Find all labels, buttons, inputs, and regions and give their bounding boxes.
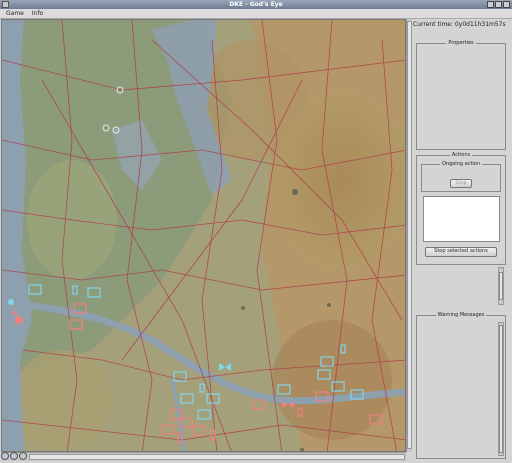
window-titlebar: DKE - God's Eye (0, 0, 512, 9)
properties-title: Properties (446, 40, 476, 46)
terrain-map[interactable] (1, 19, 406, 452)
robot-unit-icon[interactable] (8, 299, 14, 305)
window-title: DKE - God's Eye (229, 1, 283, 8)
warning-scrollbar[interactable] (498, 322, 504, 456)
peak-marker (327, 303, 331, 307)
actions-panel: Actions Ongoing action Stop Stop selecte… (416, 152, 506, 265)
zoom-controls (1, 452, 27, 461)
ongoing-action-box: Ongoing action Stop (421, 161, 501, 192)
stop-button[interactable]: Stop (450, 179, 472, 188)
current-time: Current time: 0y0d11h31m57s (413, 21, 510, 28)
map-horizontal-scrollbar[interactable] (1, 452, 406, 461)
window-menu-icon[interactable] (2, 1, 9, 8)
scroll-thumb[interactable] (29, 454, 405, 460)
warning-messages-panel: Warning Messages (416, 312, 506, 459)
peak-marker (292, 189, 298, 195)
enemy-robot-icon[interactable] (15, 316, 23, 324)
stop-selected-actions-button[interactable]: Stop selected actions (425, 247, 497, 257)
maximize-icon[interactable] (495, 1, 502, 8)
menubar: Game Info (0, 9, 512, 19)
side-panel: Current time: 0y0d11h31m57s Properties A… (413, 19, 510, 461)
actions-scrollbar[interactable] (498, 267, 504, 305)
ongoing-action-title: Ongoing action (439, 161, 483, 167)
actions-list[interactable] (423, 196, 500, 242)
minimize-icon[interactable] (487, 1, 494, 8)
zoom-reset-icon[interactable] (19, 452, 27, 460)
peak-marker (241, 306, 245, 310)
warning-messages-title: Warning Messages (435, 312, 487, 318)
enemy-robot-icon[interactable] (13, 311, 17, 315)
map-vertical-scrollbar[interactable] (406, 19, 412, 452)
map-canvas[interactable] (2, 20, 406, 452)
actions-title: Actions (449, 152, 473, 158)
zoom-out-icon[interactable] (10, 452, 18, 460)
zoom-in-icon[interactable] (1, 452, 9, 460)
scroll-thumb[interactable] (499, 325, 503, 453)
close-icon[interactable] (503, 1, 510, 8)
menu-game[interactable]: Game (6, 9, 24, 18)
current-time-label: Current time: (413, 21, 454, 28)
current-time-value: 0y0d11h31m57s (454, 21, 506, 28)
menu-info[interactable]: Info (32, 9, 43, 18)
scroll-thumb[interactable] (499, 272, 503, 300)
properties-panel: Properties (416, 40, 506, 150)
scroll-thumb[interactable] (407, 21, 412, 449)
